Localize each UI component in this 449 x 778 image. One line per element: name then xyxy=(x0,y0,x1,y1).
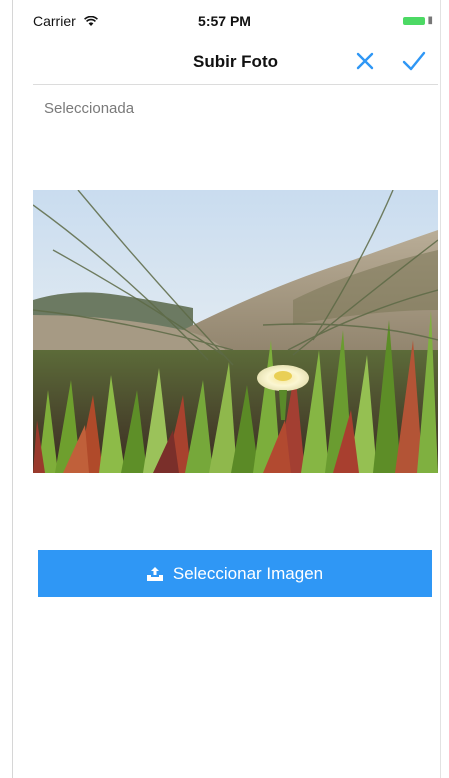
navigation-bar: Subir Foto xyxy=(33,42,438,85)
close-icon xyxy=(355,51,375,76)
battery-tip: ▮ xyxy=(427,15,433,26)
battery-icon: ▮ xyxy=(403,16,433,26)
status-bar: Carrier 5:57 PM ▮ xyxy=(0,0,449,40)
battery-level xyxy=(403,17,426,25)
select-image-button[interactable]: Seleccionar Imagen xyxy=(38,550,432,597)
confirm-button[interactable] xyxy=(400,49,428,77)
cancel-button[interactable] xyxy=(351,49,379,77)
select-image-label: Seleccionar Imagen xyxy=(172,563,324,583)
checkmark-icon xyxy=(402,51,426,76)
selected-photo xyxy=(33,190,438,473)
upload-icon xyxy=(146,566,163,581)
app-screen: Carrier 5:57 PM ▮ Subir Foto Seleccionad… xyxy=(0,0,449,778)
status-time: 5:57 PM xyxy=(198,13,251,29)
selected-label: Seleccionada xyxy=(44,100,135,117)
